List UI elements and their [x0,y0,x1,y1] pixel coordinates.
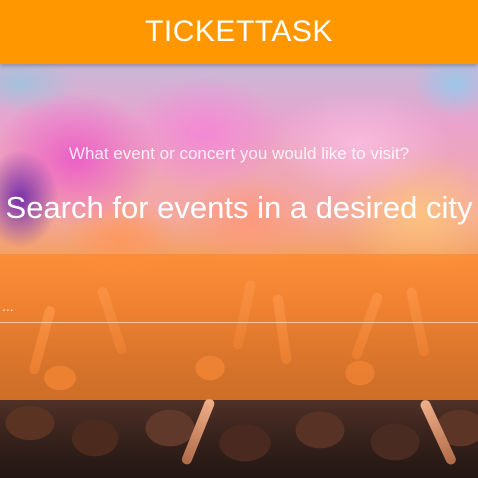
app-header: TICKETTASK [0,0,478,64]
brand-logo-text[interactable]: TICKETTASK [145,15,333,49]
hero-headline: Search for events in a desired city [5,190,473,225]
search-panel [0,254,478,400]
app-root: TICKETTASK What event or concert you wou… [0,0,478,478]
city-search-input[interactable] [0,288,478,324]
hero-tagline: What event or concert you would like to … [68,144,410,163]
search-input-underline [0,322,478,323]
